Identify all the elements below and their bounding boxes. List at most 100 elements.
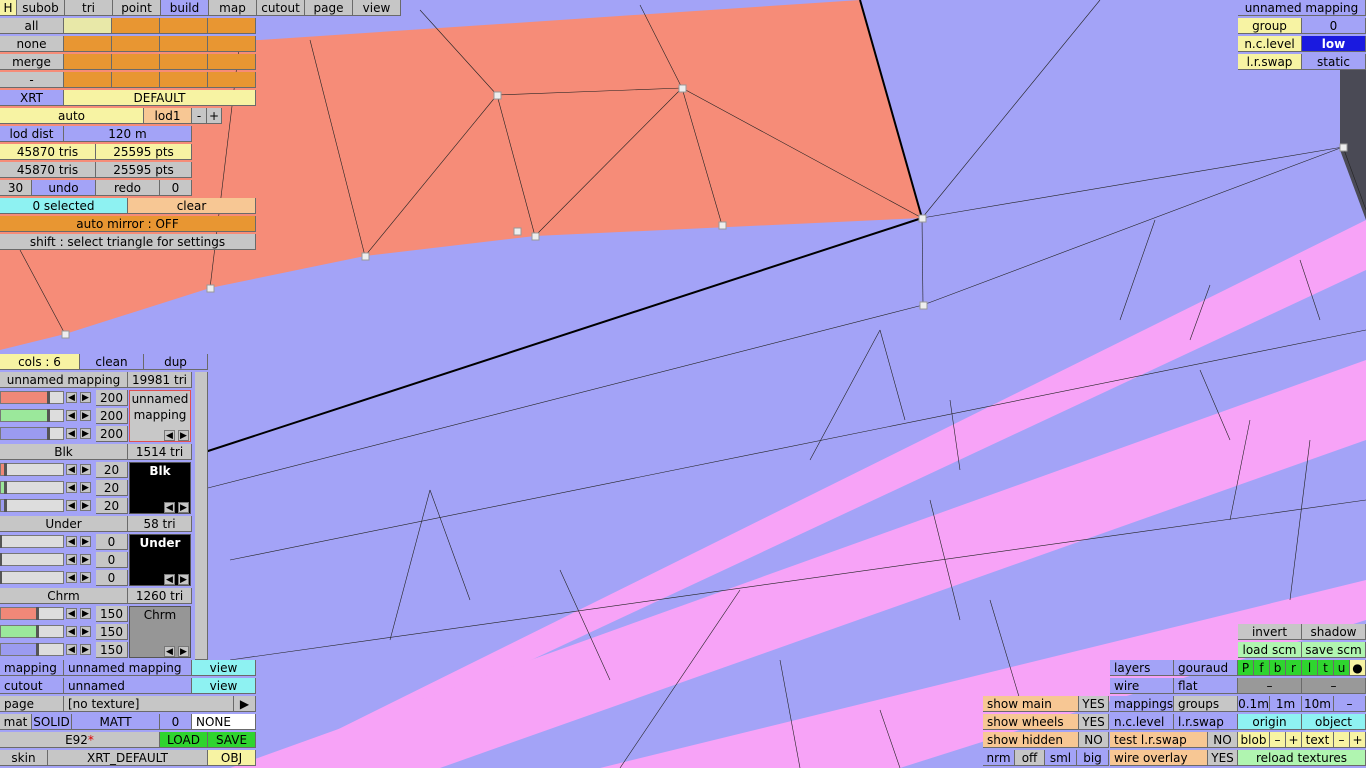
page-value[interactable]: [no texture] [64,696,234,712]
slider-knob[interactable] [47,409,51,422]
layer-cell-16[interactable] [208,72,256,88]
mapping-value[interactable]: unnamed mapping [64,660,192,676]
slider-knob[interactable] [3,499,7,512]
auto-lod-button[interactable]: auto [0,108,144,124]
material-r-decrease-icon[interactable]: ◀ [66,392,77,403]
save-scm-button[interactable]: save scm [1302,642,1366,658]
show-wheels-toggle[interactable]: YES [1079,714,1109,730]
flag-p[interactable]: P [1238,660,1254,676]
slider-knob[interactable] [47,427,51,440]
reload-textures-button[interactable]: reload textures [1238,750,1366,766]
material-name[interactable]: Blk [0,444,128,460]
layers-button[interactable]: layers [1110,660,1174,676]
preview-prev-icon[interactable]: ◀ [164,430,175,441]
material-b-slider[interactable] [0,499,64,512]
material-g-increase-icon[interactable]: ▶ [80,626,91,637]
cutout-view-button[interactable]: view [192,678,256,694]
material-b-slider[interactable] [0,643,64,656]
lr-swap-value[interactable]: static [1302,54,1366,70]
layer-cell-14[interactable] [112,72,160,88]
material-b-decrease-icon[interactable]: ◀ [66,644,77,655]
material-g-value[interactable]: 20 [96,480,128,496]
nrm-button[interactable]: nrm [983,750,1015,766]
auto-mirror-toggle[interactable]: auto mirror : OFF [0,216,256,232]
material-r-value[interactable]: 20 [96,462,128,478]
menu-page[interactable]: page [305,0,353,16]
layer-cell-12[interactable] [208,54,256,70]
model-name[interactable]: E92* [0,732,160,748]
material-r-increase-icon[interactable]: ▶ [80,608,91,619]
flag-f[interactable]: f [1254,660,1270,676]
clean-button[interactable]: clean [80,354,144,370]
material-r-decrease-icon[interactable]: ◀ [66,536,77,547]
material-r-value[interactable]: 0 [96,534,128,550]
sml-button[interactable]: sml [1045,750,1077,766]
nc-level-button[interactable]: n.c.level [1110,714,1174,730]
preview-prev-icon[interactable]: ◀ [164,502,175,513]
slider-knob[interactable] [3,481,7,494]
redo-button[interactable]: redo [96,180,160,196]
material-g-decrease-icon[interactable]: ◀ [66,482,77,493]
layer-cell-10[interactable] [112,54,160,70]
menu-view[interactable]: view [353,0,401,16]
dup-button[interactable]: dup [144,354,208,370]
flag-r[interactable]: r [1286,660,1302,676]
xrt-button[interactable]: XRT [0,90,64,106]
material-g-value[interactable]: 150 [96,624,128,640]
lod-minus-button[interactable]: - [192,108,207,124]
material-b-decrease-icon[interactable]: ◀ [66,572,77,583]
menu-h[interactable]: H [0,0,17,16]
preview-next-icon[interactable]: ▶ [178,430,189,441]
mat-number[interactable]: 0 [160,714,192,730]
layer-cell-6[interactable] [112,36,160,52]
material-r-value[interactable]: 150 [96,606,128,622]
layer-cell-3[interactable] [160,18,208,34]
material-r-slider[interactable] [0,391,64,404]
slider-knob[interactable] [0,553,2,566]
default-button[interactable]: DEFAULT [64,90,256,106]
material-b-value[interactable]: 150 [96,642,128,658]
material-name[interactable]: unnamed mapping [0,372,128,388]
material-r-increase-icon[interactable]: ▶ [80,536,91,547]
grid-10m-button[interactable]: 10m [1302,696,1334,712]
material-b-value[interactable]: 200 [96,426,128,442]
layer-cell-5[interactable] [64,36,112,52]
layer-cell-9[interactable] [64,54,112,70]
nc-level-value[interactable]: low [1302,36,1366,52]
origin-button[interactable]: origin [1238,714,1302,730]
slider-knob[interactable] [35,625,39,638]
flag-t[interactable]: t [1318,660,1334,676]
mapping-view-button[interactable]: view [192,660,256,676]
cols-label[interactable]: cols : 6 [0,354,80,370]
material-r-increase-icon[interactable]: ▶ [80,464,91,475]
lr-swap-button[interactable]: l.r.swap [1174,714,1238,730]
material-g-decrease-icon[interactable]: ◀ [66,626,77,637]
mappings-button[interactable]: mappings [1110,696,1174,712]
material-g-value[interactable]: 200 [96,408,128,424]
slider-knob[interactable] [3,463,7,476]
minus-button[interactable]: - [0,72,64,88]
layer-cell-1[interactable] [64,18,112,34]
material-b-increase-icon[interactable]: ▶ [80,644,91,655]
material-g-decrease-icon[interactable]: ◀ [66,554,77,565]
merge-button[interactable]: merge [0,54,64,70]
menu-tri[interactable]: tri [65,0,113,16]
group-value[interactable]: 0 [1302,18,1366,34]
material-r-slider[interactable] [0,607,64,620]
test-lr-swap-toggle[interactable]: NO [1208,732,1238,748]
material-r-increase-icon[interactable]: ▶ [80,392,91,403]
blob-minus-button[interactable]: – [1270,732,1286,748]
material-name[interactable]: Chrm [0,588,128,604]
layer-cell-13[interactable] [64,72,112,88]
grid-1m-button[interactable]: 1m [1270,696,1302,712]
lod-level[interactable]: lod1 [144,108,192,124]
preview-prev-icon[interactable]: ◀ [164,646,175,657]
material-g-value[interactable]: 0 [96,552,128,568]
material-g-increase-icon[interactable]: ▶ [80,482,91,493]
slider-knob[interactable] [0,535,2,548]
material-b-increase-icon[interactable]: ▶ [80,572,91,583]
select-all-button[interactable]: all [0,18,64,34]
material-b-slider[interactable] [0,427,64,440]
text-plus-button[interactable]: + [1350,732,1366,748]
matt-button[interactable]: MATT [72,714,160,730]
